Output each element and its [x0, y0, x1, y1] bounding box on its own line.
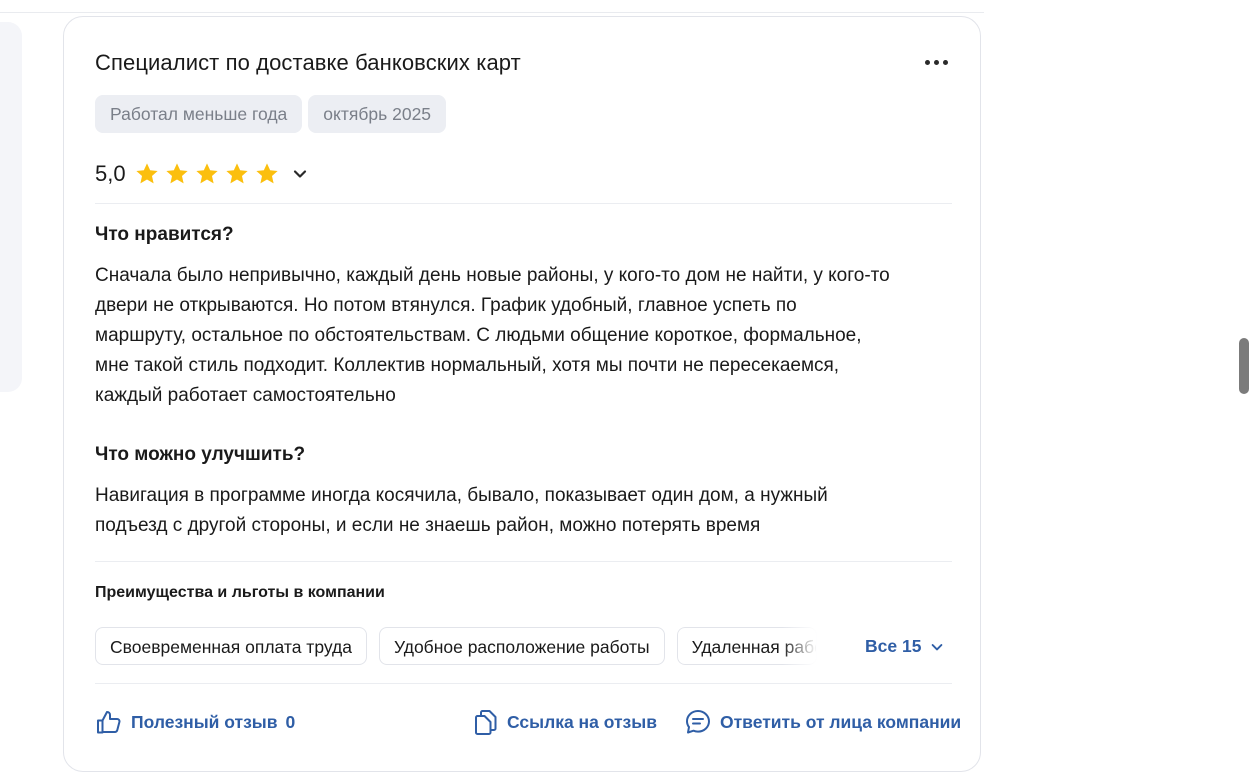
star-icon — [135, 163, 158, 184]
chat-icon — [686, 710, 710, 734]
star-icon — [165, 163, 188, 184]
star-icon — [255, 163, 278, 184]
benefit-chip: Удобное расположение работы — [378, 627, 665, 665]
review-tags: Работал меньше года октябрь 2025 — [95, 95, 447, 133]
benefits-list: Своевременная оплата труда Удобное распо… — [95, 627, 821, 665]
copy-link-icon — [475, 710, 497, 735]
rating-value: 5,0 — [95, 161, 126, 186]
tag-tenure: Работал меньше года — [95, 95, 303, 133]
review-title: Специалист по доставке банковских карт — [95, 50, 521, 75]
pros-title: Что нравится? — [95, 224, 234, 245]
left-side-panel — [0, 22, 22, 392]
review-actions: Полезный отзыв 0 Ссылка на отзыв Ответит… — [95, 708, 961, 738]
more-options-button[interactable] — [921, 55, 951, 69]
copy-link-label: Ссылка на отзыв — [507, 711, 657, 732]
reply-button[interactable]: Ответить от лица компании — [684, 708, 961, 736]
helpful-count: 0 — [285, 711, 296, 732]
rating: 5,0 — [95, 161, 310, 187]
copy-link-button[interactable]: Ссылка на отзыв — [473, 708, 657, 736]
star-icon — [195, 163, 218, 184]
top-divider — [0, 12, 984, 13]
helpful-label: Полезный отзыв — [131, 711, 278, 732]
pros-text: Сначала было непривычно, каждый день нов… — [95, 265, 890, 406]
helpful-button[interactable]: Полезный отзыв 0 — [95, 708, 295, 736]
review-card: Специалист по доставке банковских карт Р… — [63, 16, 981, 772]
divider — [95, 203, 952, 204]
more-icon — [924, 59, 930, 65]
chevron-down-icon[interactable] — [290, 164, 310, 184]
rating-stars — [134, 161, 280, 187]
divider — [95, 683, 952, 684]
reply-label: Ответить от лица компании — [720, 711, 962, 732]
cons-text: Навигация в программе иногда косячила, б… — [95, 485, 828, 536]
benefits-title: Преимущества и льготы в компании — [95, 584, 385, 601]
star-icon — [225, 163, 248, 184]
chevron-down-icon — [932, 643, 943, 650]
show-all-label: Все 15 — [865, 636, 922, 656]
thumbs-up-icon — [97, 711, 121, 734]
cons-title: Что можно улучшить? — [95, 444, 306, 465]
benefit-chip: Своевременная оплата труда — [95, 627, 367, 665]
benefit-chip: Удаленная работа — [676, 627, 817, 665]
show-all-benefits-button[interactable]: Все 15 — [865, 636, 945, 657]
scrollbar-thumb[interactable] — [1239, 338, 1249, 394]
tag-date: октябрь 2025 — [308, 95, 447, 133]
divider — [95, 561, 952, 562]
